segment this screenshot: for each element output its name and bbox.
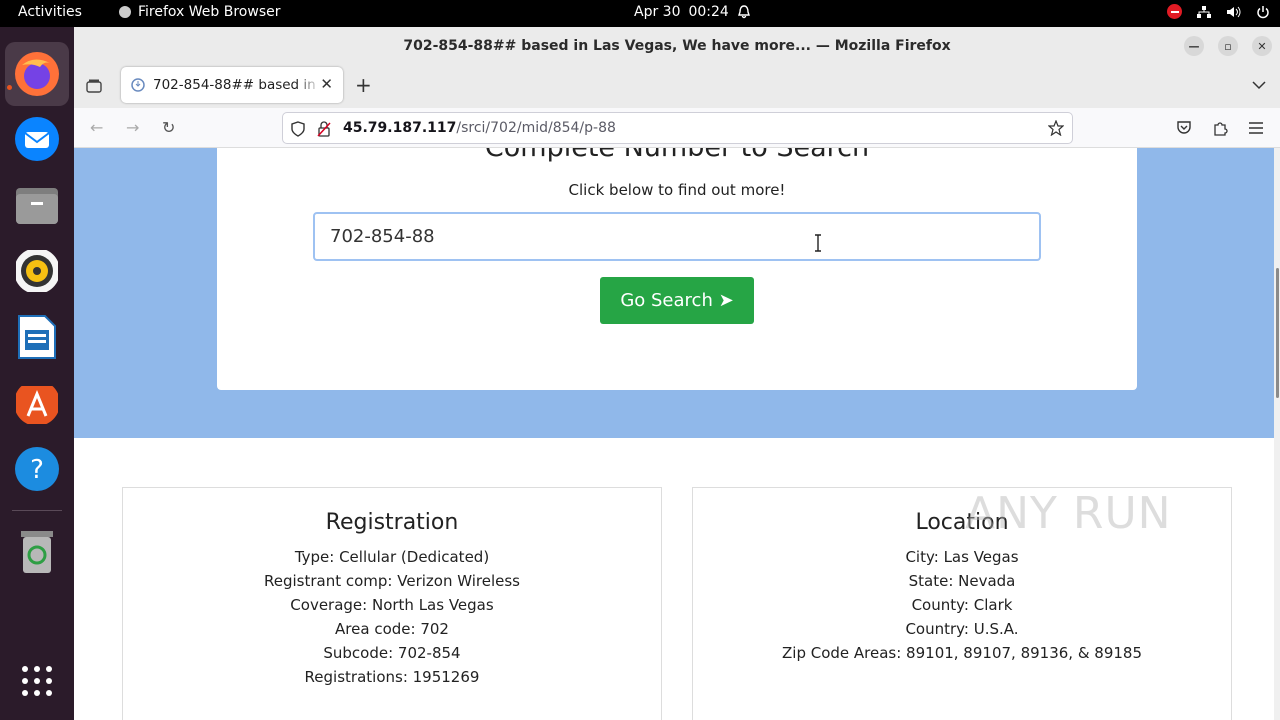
registration-count: Registrations: 1951269 [304, 668, 480, 686]
notification-bell-icon [737, 5, 750, 19]
writer-icon [18, 315, 56, 359]
url-path: /srci/702/mid/854/p-88 [456, 120, 616, 136]
dock-thunderbird[interactable] [5, 107, 69, 171]
location-county: County: Clark [911, 596, 1013, 614]
bookmark-star-icon[interactable] [1048, 120, 1064, 136]
location-state: State: Nevada [908, 572, 1016, 590]
text-cursor-icon [815, 234, 821, 252]
clock[interactable]: Apr 30 00:24 [634, 4, 751, 20]
app-name-label: Firefox Web Browser [138, 4, 281, 20]
back-button[interactable]: ← [90, 118, 103, 137]
extensions-puzzle-icon[interactable] [1212, 120, 1228, 136]
thunderbird-icon [15, 117, 59, 161]
svg-text:?: ? [30, 455, 44, 485]
tracking-protection-shield-icon[interactable] [291, 121, 305, 137]
time-label: 00:24 [688, 4, 729, 20]
dock-rhythmbox[interactable] [5, 239, 69, 303]
system-tray[interactable] [1167, 4, 1270, 19]
hamburger-menu-icon[interactable] [1248, 121, 1264, 135]
registration-coverage: Coverage: North Las Vegas [290, 596, 494, 614]
minimize-button[interactable]: — [1184, 36, 1204, 56]
reload-button[interactable]: ↻ [162, 118, 175, 137]
url-host: 45.79.187.117 [343, 120, 457, 136]
trash-icon [21, 531, 53, 573]
dock-trash[interactable] [5, 520, 69, 584]
navigation-bar: ← → ↻ 45.79.187.117/srci/702/mid/854/p-8… [74, 108, 1280, 148]
dock-writer[interactable] [5, 305, 69, 369]
app-center-icon [16, 386, 58, 424]
hero-section: Complete Number to Search Click below to… [74, 148, 1280, 438]
tab-title: 702-854-88## based in Las Vegas [153, 77, 321, 93]
phone-search-input[interactable] [313, 212, 1041, 261]
rhythmbox-icon [16, 250, 58, 292]
window-titlebar[interactable]: 702-854-88## based in Las Vegas, We have… [74, 27, 1280, 64]
dock: ? [0, 27, 74, 720]
app-menu[interactable]: Firefox Web Browser [118, 4, 281, 20]
registration-type: Type: Cellular (Dedicated) [294, 548, 490, 566]
dock-help[interactable]: ? [5, 437, 69, 501]
anyrun-watermark: ANY RUN [965, 488, 1172, 539]
location-city: City: Las Vegas [905, 548, 1019, 566]
dock-app-center[interactable] [5, 371, 69, 435]
tab-close-icon[interactable]: ✕ [320, 75, 333, 93]
volume-icon [1227, 6, 1241, 17]
registration-title: Registration [325, 510, 459, 535]
firefox-window: 702-854-88## based in Las Vegas, We have… [74, 27, 1280, 720]
tab-active[interactable]: 702-854-88## based in Las Vegas ✕ [121, 67, 343, 103]
window-title: 702-854-88## based in Las Vegas, We have… [403, 37, 951, 54]
dock-show-apps[interactable] [5, 649, 69, 713]
scrollbar-thumb[interactable] [1276, 268, 1279, 398]
go-search-button[interactable]: Go Search ➤ [600, 277, 754, 324]
registration-card: Registration Type: Cellular (Dedicated) … [122, 487, 662, 720]
network-icon [1197, 5, 1211, 18]
dock-separator [12, 510, 62, 511]
registration-subcode: Subcode: 702-854 [323, 644, 461, 662]
list-tabs-chevron-icon[interactable] [1252, 80, 1266, 90]
firefox-small-icon [119, 6, 131, 18]
firefox-icon [15, 52, 59, 96]
registration-company: Registrant comp: Verizon Wireless [263, 572, 520, 590]
site-favicon-icon [131, 78, 145, 92]
close-window-button[interactable]: ✕ [1252, 36, 1272, 56]
forward-button[interactable]: → [126, 118, 139, 137]
insecure-lock-icon[interactable] [317, 121, 331, 137]
location-zip-codes: Zip Code Areas: 89101, 89107, 89136, & 8… [782, 644, 1142, 662]
search-card: Complete Number to Search Click below to… [217, 148, 1137, 390]
pocket-icon[interactable] [1176, 120, 1192, 136]
tab-bar: 702-854-88## based in Las Vegas ✕ + [74, 64, 1280, 108]
system-top-bar: Activities Firefox Web Browser Apr 30 00… [0, 0, 1280, 27]
files-icon [16, 188, 58, 224]
registration-area-code: Area code: 702 [335, 620, 449, 638]
dock-files[interactable] [5, 173, 69, 237]
recording-indicator-icon [1167, 4, 1182, 19]
activities-button[interactable]: Activities [18, 4, 82, 20]
maximize-button[interactable]: ▫ [1218, 36, 1238, 56]
search-heading: Complete Number to Search [217, 148, 1137, 163]
tab-overview-icon[interactable] [86, 78, 102, 94]
power-icon [1257, 5, 1269, 18]
apps-grid-icon [22, 666, 52, 696]
url-bar[interactable]: 45.79.187.117/srci/702/mid/854/p-88 [282, 112, 1073, 144]
help-icon: ? [15, 447, 59, 491]
page-scrollbar[interactable] [1274, 148, 1280, 720]
search-subtext: Click below to find out more! [568, 181, 786, 199]
running-indicator [7, 85, 12, 90]
new-tab-button[interactable]: + [355, 73, 372, 97]
location-country: Country: U.S.A. [905, 620, 1019, 638]
dock-firefox[interactable] [5, 42, 69, 106]
web-page: Complete Number to Search Click below to… [74, 148, 1280, 720]
date-label: Apr 30 [634, 4, 681, 20]
